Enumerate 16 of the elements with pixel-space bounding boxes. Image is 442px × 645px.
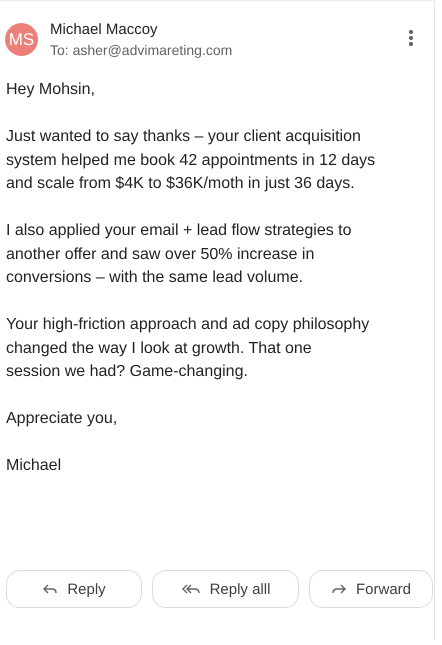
forward-button[interactable]: Forward: [309, 570, 433, 608]
avatar: MS: [5, 23, 38, 56]
reply-button[interactable]: Reply: [6, 570, 142, 608]
forward-icon: [330, 583, 347, 595]
reply-all-button[interactable]: Reply alll: [152, 570, 299, 608]
reply-icon: [42, 583, 58, 595]
reply-all-icon: [180, 583, 201, 595]
message-paragraph: Your high-friction approach and ad copy philosophy changed the way I look at growth. That one session we had? Game-changing.: [6, 315, 370, 382]
sender-name: Michael Maccoy: [50, 21, 159, 38]
message-paragraph: Just wanted to say thanks – your client acquisition system helped me book 42 appointments in 12 days and scale from $4K to $36K/moth in just 36 days.: [6, 127, 376, 194]
message-paragraph: I also applied your email + lead flow strategies to another offer and saw over 50% increase in conversions – with the same lead volume.: [6, 221, 353, 288]
more-icon[interactable]: [408, 28, 414, 46]
message-paragraph: Appreciate you,: [6, 409, 118, 429]
recipient-address: To: asher@advimareting.com: [50, 42, 234, 58]
message-paragraph: Hey Mohsin,: [6, 80, 96, 100]
message-paragraph: Michael: [6, 456, 62, 476]
